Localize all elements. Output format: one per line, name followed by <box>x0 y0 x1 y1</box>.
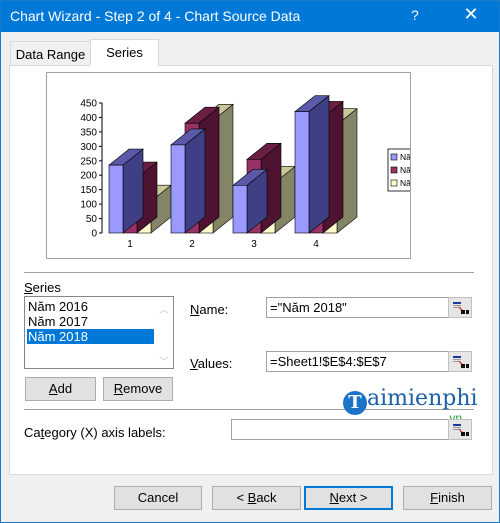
series-list-item-selected[interactable]: Năm 2018 <box>27 329 154 344</box>
category-axis-label: Category (X) axis labels: <box>24 425 166 440</box>
series-list-item[interactable]: Năm 2016 <box>27 299 154 314</box>
next-button[interactable]: Next > <box>304 486 393 510</box>
name-range-selector-button[interactable] <box>448 297 472 318</box>
bar-side <box>308 95 330 234</box>
back-rest: ack <box>256 490 277 505</box>
legend-swatch <box>390 166 398 174</box>
x-tick-label: 1 <box>127 239 133 250</box>
back-prefix: < <box>236 490 248 505</box>
help-button[interactable]: ? <box>411 7 419 23</box>
bar-front <box>108 164 124 234</box>
watermark-brand: aimienphi <box>367 386 478 411</box>
values-input[interactable]: =Sheet1!$E$4:$E$7 <box>266 351 449 372</box>
y-tick-label: 150 <box>80 185 97 196</box>
name-rest: ame: <box>199 302 229 317</box>
add-series-button[interactable]: Add <box>25 377 96 401</box>
x-tick-label: 3 <box>251 239 257 250</box>
collapse-dialog-icon <box>453 424 469 436</box>
next-rest: ext > <box>338 490 368 505</box>
legend-swatch <box>390 153 398 161</box>
back-button[interactable]: < Back <box>212 486 301 510</box>
x-tick-label: 2 <box>189 239 195 250</box>
values-label: Values: <box>190 356 232 371</box>
close-button[interactable]: ✕ <box>456 4 486 25</box>
collapse-dialog-icon <box>453 356 469 368</box>
values-rest: alues: <box>197 356 233 371</box>
y-tick-label: 200 <box>80 171 97 182</box>
x-tick-label: 4 <box>313 239 319 250</box>
bar-front <box>170 144 186 234</box>
remove-rest: emove <box>123 381 163 396</box>
legend-label: Năm 2018 <box>400 178 410 188</box>
dialog-title: Chart Wizard - Step 2 of 4 - Chart Sourc… <box>10 8 301 24</box>
y-tick-label: 450 <box>80 99 97 110</box>
chart-wizard-dialog: Chart Wizard - Step 2 of 4 - Chart Sourc… <box>0 0 500 523</box>
legend-label: Năm 2017 <box>400 165 410 175</box>
add-mnemonic: A <box>48 381 58 396</box>
y-tick-label: 100 <box>80 200 97 211</box>
finish-button[interactable]: Finish <box>403 486 492 510</box>
y-tick-label: 350 <box>80 127 97 138</box>
name-label: Name: <box>190 302 228 317</box>
y-tick-label: 250 <box>80 156 97 167</box>
legend-swatch <box>390 179 398 187</box>
add-rest: dd <box>57 381 73 396</box>
y-tick-label: 400 <box>80 113 97 124</box>
divider <box>24 272 474 274</box>
y-tick-label: 300 <box>80 142 97 153</box>
series-label-mnemonic: S <box>24 280 33 295</box>
tab-series[interactable]: Series <box>90 39 159 66</box>
remove-mnemonic: R <box>113 381 124 396</box>
cancel-button[interactable]: Cancel <box>114 486 202 510</box>
series-list-item[interactable]: Năm 2017 <box>27 314 154 329</box>
watermark-initial: T <box>343 391 367 415</box>
bar-front <box>294 111 310 234</box>
bar-front <box>232 185 248 234</box>
chart-preview: 0 50 100 150 200 250 300 350 400 450 1 2 3 4 Năm 2016 N… <box>46 72 447 259</box>
y-tick-label: 0 <box>91 229 97 240</box>
collapse-dialog-icon <box>453 302 469 314</box>
listbox-scrollbar[interactable]: ︿ ﹀ <box>156 297 173 368</box>
category-range-selector-button[interactable] <box>448 419 472 440</box>
name-mnemonic: N <box>190 302 200 317</box>
series-label-rest: eries <box>32 280 61 295</box>
series-listbox[interactable]: Năm 2016 Năm 2017 Năm 2018 ︿ ﹀ <box>24 296 174 369</box>
values-mnemonic: V <box>190 356 198 371</box>
category-axis-input[interactable] <box>231 419 449 440</box>
finish-rest: inish <box>438 490 465 505</box>
title-bar: Chart Wizard - Step 2 of 4 - Chart Sourc… <box>1 1 499 32</box>
scroll-down-icon[interactable]: ﹀ <box>159 353 169 368</box>
next-mnemonic: N <box>329 490 339 505</box>
chart-svg: 0 50 100 150 200 250 300 350 400 450 1 2 3 4 Năm 2016 N… <box>80 95 447 250</box>
y-tick-label: 50 <box>86 214 98 225</box>
legend-label: Năm 2016 <box>400 152 410 162</box>
name-input[interactable]: ="Năm 2018" <box>266 297 449 318</box>
bar-side <box>184 128 206 234</box>
scroll-up-icon[interactable]: ︿ <box>159 301 169 316</box>
values-range-selector-button[interactable] <box>448 351 472 372</box>
finish-mnemonic: F <box>430 490 439 505</box>
remove-series-button[interactable]: Remove <box>103 377 173 401</box>
series-label: Series <box>24 280 61 295</box>
category-label-rest: egory (X) axis labels: <box>44 425 166 440</box>
tab-data-range[interactable]: Data Range <box>10 41 91 65</box>
category-label-prefix: Ca <box>24 425 41 440</box>
